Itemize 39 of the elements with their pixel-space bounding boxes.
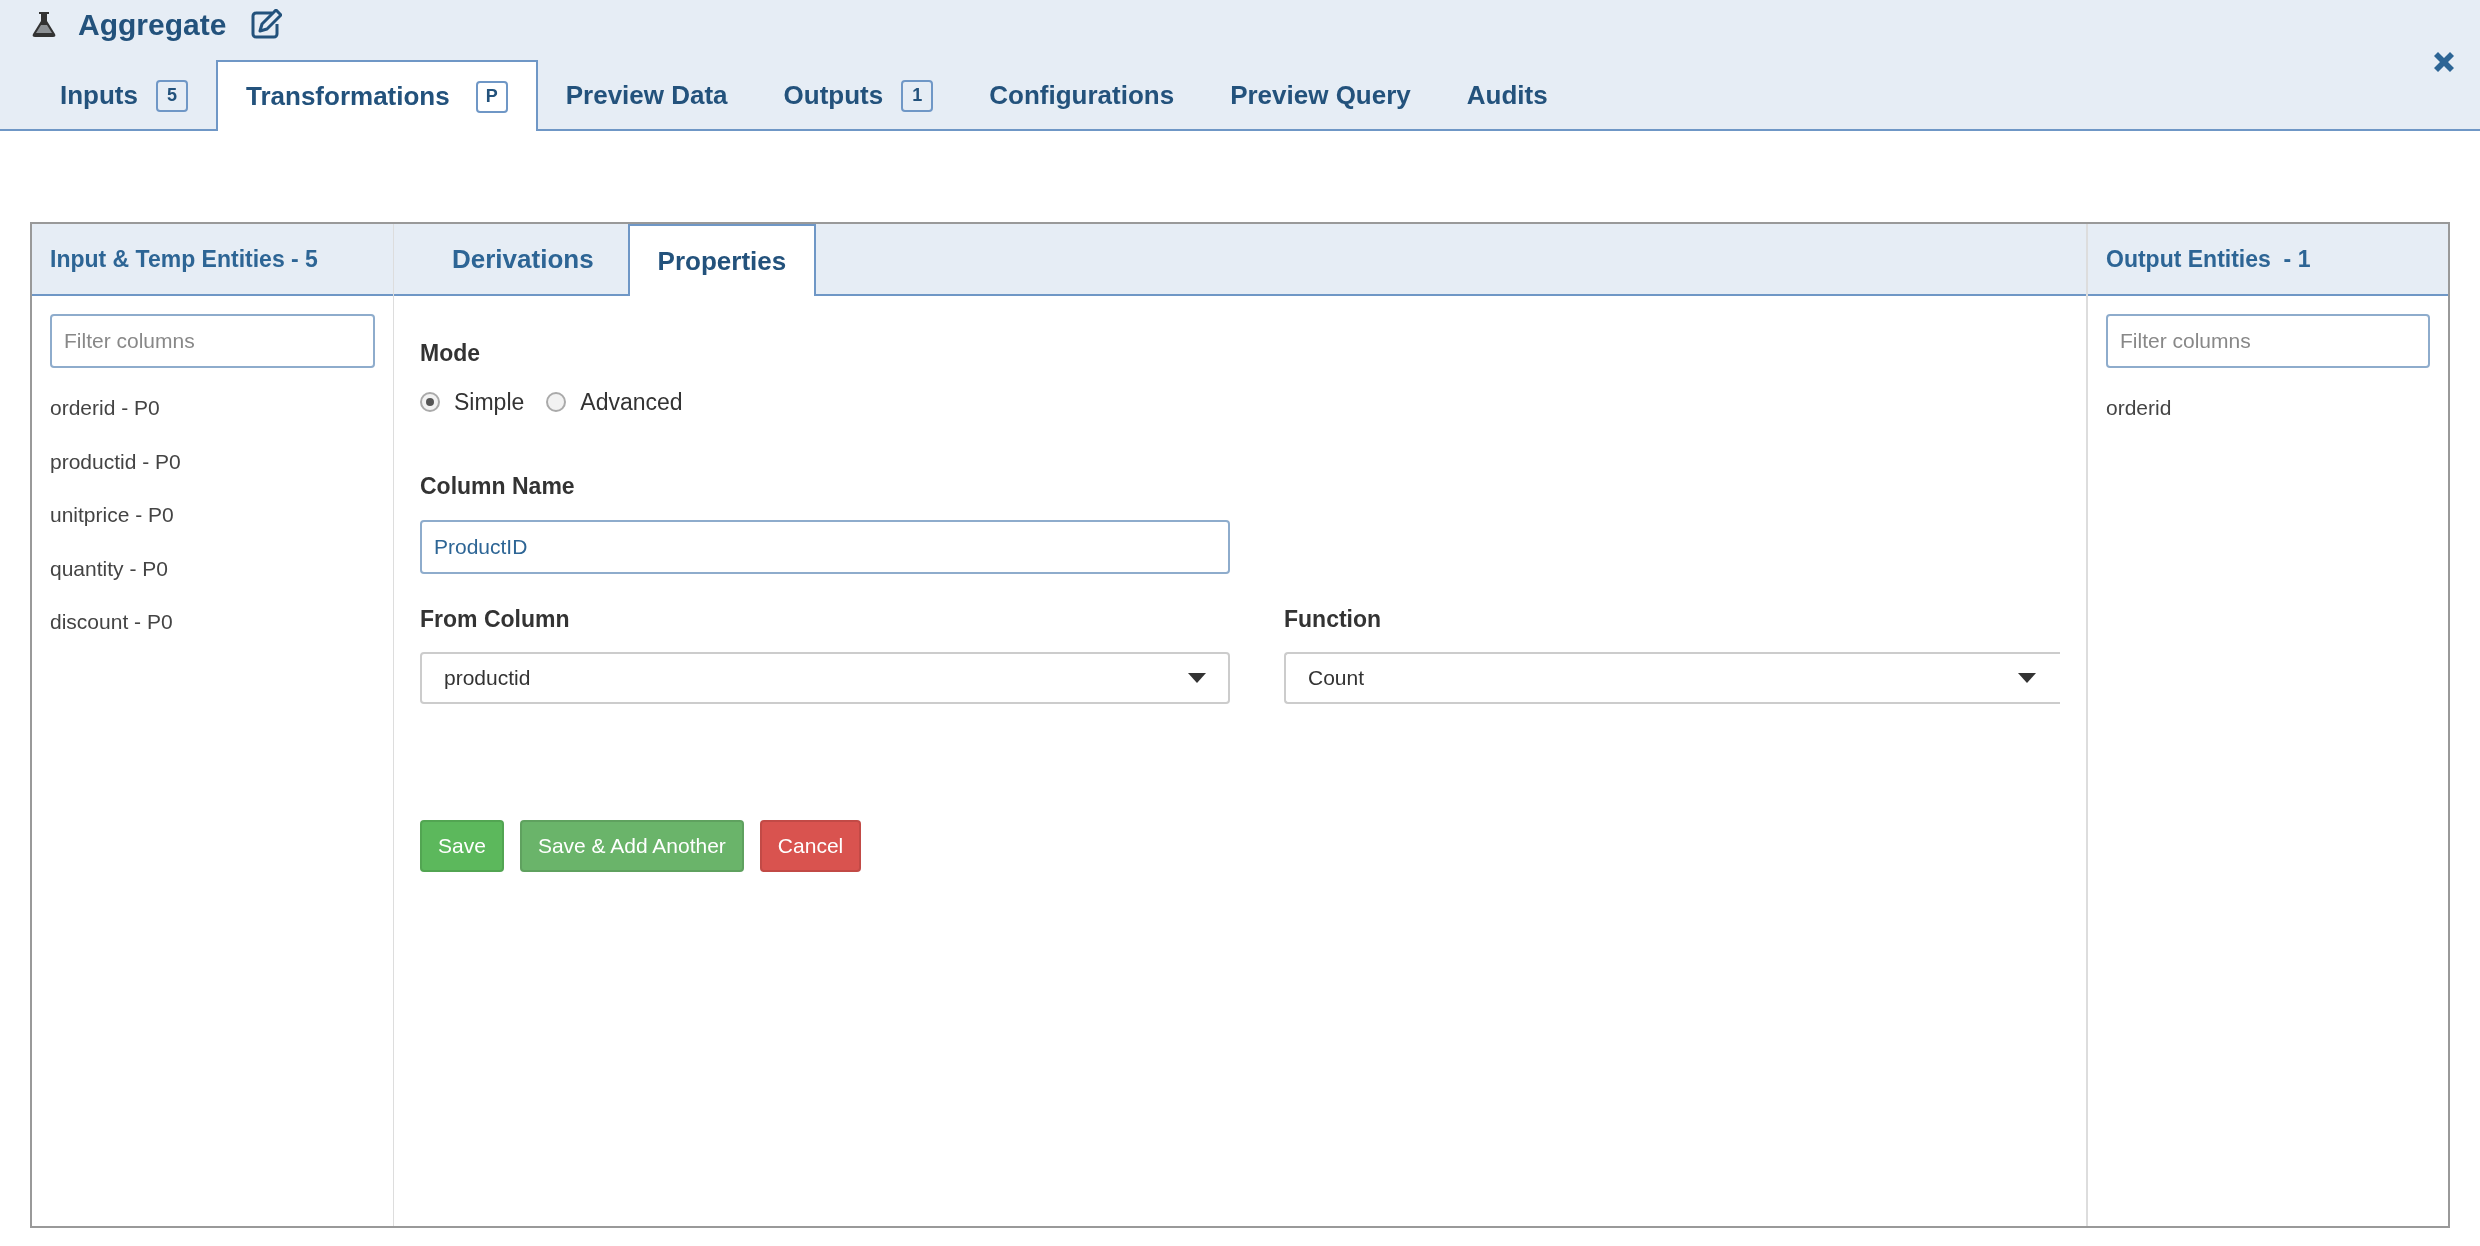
count-badge: 1 (901, 79, 934, 112)
column-item[interactable]: quantity - P0 (50, 552, 168, 584)
flask-icon (32, 11, 56, 37)
column-item[interactable]: orderid - P0 (50, 392, 160, 424)
count-badge: 5 (156, 79, 188, 112)
caret-icon (2018, 673, 2036, 683)
panel-title: Input & Temp Entities - 5 (50, 244, 318, 274)
panel-title: Output Entities - 1 (2106, 244, 2311, 274)
field-label: Column Name (420, 472, 576, 501)
tab[interactable]: Audits (1438, 60, 1576, 131)
edit-icon[interactable] (250, 9, 283, 39)
filter-field[interactable]: Filter columns (50, 314, 375, 368)
column-name-field[interactable]: ProductID (420, 519, 1230, 574)
radio-button[interactable] (546, 391, 567, 412)
field-label: Function (1284, 604, 1383, 634)
field-label: Mode (420, 339, 482, 368)
tab[interactable]: Transformations P (216, 60, 538, 131)
column-item[interactable]: orderid (2106, 392, 2172, 424)
tab[interactable]: Configurations (961, 60, 1203, 131)
tab[interactable]: Inputs 5 (32, 60, 216, 131)
action-button[interactable]: Cancel (759, 820, 862, 872)
tab[interactable]: Preview Data (537, 60, 756, 131)
field-label: From Column (420, 604, 571, 634)
function-dropdown[interactable]: Count (1284, 652, 2060, 704)
tab[interactable]: Preview Query (1202, 60, 1439, 131)
tab[interactable]: Outputs 1 (755, 60, 962, 131)
count-badge: P (475, 80, 508, 113)
from-column-dropdown[interactable]: productid (420, 652, 1230, 704)
column-item[interactable]: discount - P0 (50, 606, 173, 638)
radio-button[interactable] (420, 391, 440, 412)
column-item[interactable]: productid - P0 (50, 445, 181, 477)
radio-label: Simple (454, 387, 525, 417)
tab[interactable]: Derivations (418, 224, 628, 294)
tab[interactable]: Properties (627, 224, 817, 296)
filter-field[interactable]: Filter columns (2106, 314, 2430, 368)
page-title: Aggregate (78, 6, 227, 43)
radio-label: Advanced (580, 387, 683, 417)
caret-icon (1188, 673, 1206, 683)
column-item[interactable]: unitprice - P0 (50, 499, 174, 531)
